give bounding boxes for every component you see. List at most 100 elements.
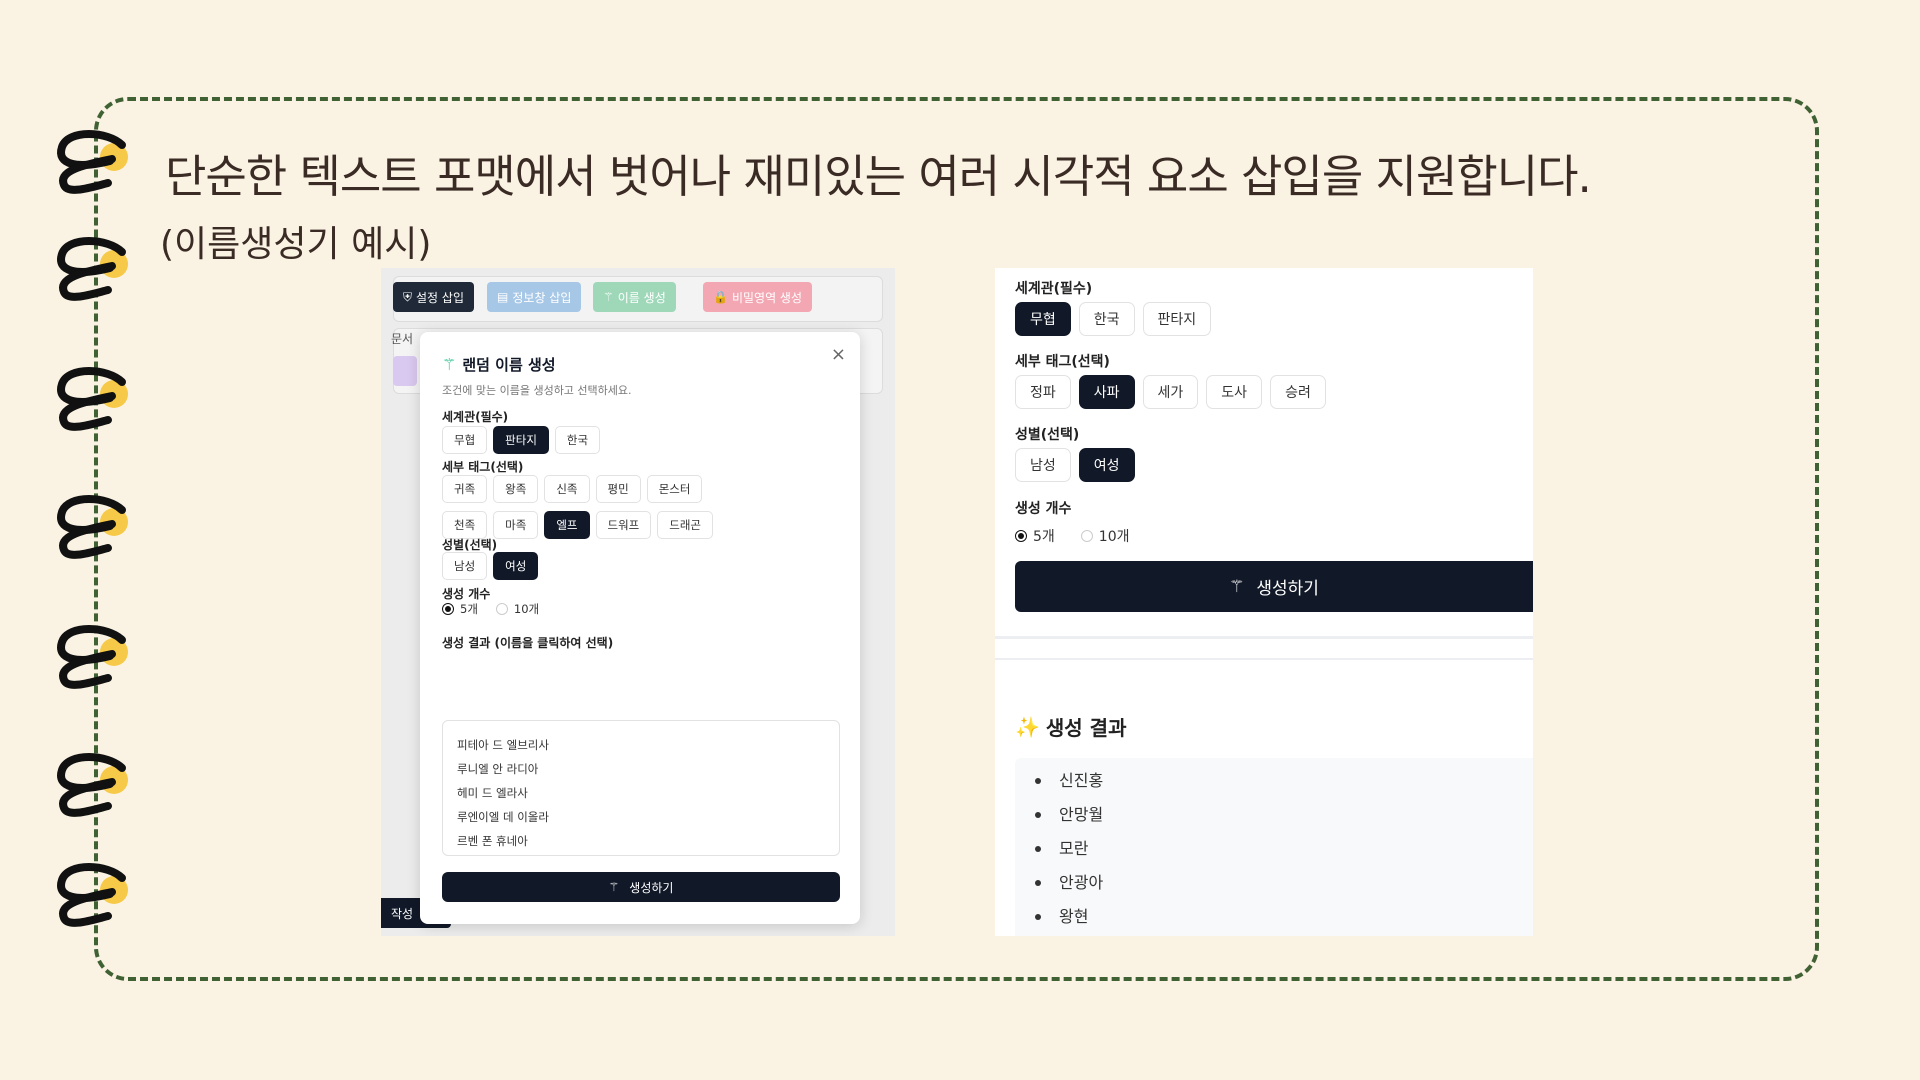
close-icon[interactable]: × xyxy=(831,344,846,365)
tag-options: 정파 사파 세가 도사 승려 xyxy=(1015,375,1326,409)
gender-chip[interactable]: 남성 xyxy=(442,552,488,580)
count-radio[interactable]: 10개 xyxy=(1080,526,1130,546)
ring-binding-icon xyxy=(52,858,132,928)
result-item[interactable]: 피테아 드 엘브리사 xyxy=(457,733,825,757)
divider xyxy=(995,658,1533,660)
ring-binding-icon xyxy=(52,748,132,818)
lock-icon: 🔒 xyxy=(713,290,728,304)
world-options: 무협 한국 판타지 xyxy=(1015,302,1212,336)
gender-chip[interactable]: 여성 xyxy=(493,552,539,580)
modal-title-text: 랜덤 이름 생성 xyxy=(462,356,556,374)
gender-options: 남성 여성 xyxy=(442,552,842,580)
count-radio[interactable]: 5개 xyxy=(1015,526,1055,546)
result-item[interactable]: 왕현 xyxy=(1035,900,1533,934)
tag-chip[interactable]: 천족 xyxy=(442,511,488,539)
tag-chip[interactable]: 사파 xyxy=(1078,375,1135,409)
tag-chip[interactable]: 드워프 xyxy=(595,511,652,539)
generate-button[interactable]: ⚚ 생성하기 xyxy=(1015,561,1533,612)
radio-dot xyxy=(442,603,454,615)
result-item[interactable]: 루엔이엘 데 이올라 xyxy=(457,805,825,829)
tag-chip[interactable]: 정파 xyxy=(1015,375,1071,409)
gender-label: 성별(선택) xyxy=(442,538,498,552)
gender-options: 남성 여성 xyxy=(1015,448,1135,482)
toolbar-button-4[interactable]: 🔒 비밀영역 생성 xyxy=(703,282,813,312)
generate-label: 생성하기 xyxy=(1256,579,1319,599)
result-title: ✨ 생성 결과 xyxy=(1015,712,1126,741)
toolbar-button-label: 이름 생성 xyxy=(617,290,666,305)
result-item[interactable]: 안망월 xyxy=(1035,798,1533,832)
result-item[interactable]: 신진홍 xyxy=(1035,764,1533,798)
world-chip[interactable]: 한국 xyxy=(1078,302,1135,336)
magic-wand-icon: ⚚ xyxy=(442,355,457,374)
toolbar-button-1[interactable]: ⛨ 설정 삽입 xyxy=(393,282,474,312)
tag-chip[interactable]: 도사 xyxy=(1206,375,1263,409)
result-item[interactable]: 모란 xyxy=(1035,832,1533,866)
tag-chip[interactable]: 승려 xyxy=(1270,375,1326,409)
count-radio[interactable]: 10개 xyxy=(495,601,540,617)
result-item[interactable]: 루니엘 안 라디아 xyxy=(457,757,825,781)
ring-binding-icon xyxy=(52,490,132,560)
left-screenshot: ⛨ 설정 삽입 ▤ 정보창 삽입 ⚚ 이름 생성 🔒 비밀영역 생성 문서 작성 ⚚ 랜덤 이… xyxy=(381,268,895,936)
toolbar-button-label: 비밀영역 생성 xyxy=(731,290,803,305)
count-radio-label: 10개 xyxy=(1098,529,1130,545)
count-options: 5개 10개 xyxy=(1015,526,1130,546)
count-label: 생성 개수 xyxy=(442,587,491,601)
count-label: 생성 개수 xyxy=(1015,501,1072,517)
radio-dot xyxy=(495,603,508,615)
count-radio-label: 5개 xyxy=(1033,529,1055,545)
tag-options: 귀족 왕족 신족 평민 몬스터천족 마족 엘프 드워프 드래곤 xyxy=(442,475,742,539)
tag-chip[interactable]: 마족 xyxy=(493,511,539,539)
sparkle-icon: ✨ xyxy=(1015,714,1040,739)
result-list: 신진홍 안망월 모란 안광아 왕현 xyxy=(1015,758,1533,936)
ring-binding-icon xyxy=(52,362,132,432)
random-name-modal: ⚚ 랜덤 이름 생성 × 조건에 맞는 이름을 생성하고 선택하세요. 세계관(… xyxy=(420,332,860,924)
tag-chip[interactable]: 귀족 xyxy=(442,475,488,503)
tag-chip[interactable]: 엘프 xyxy=(544,511,590,539)
gender-chip[interactable]: 남성 xyxy=(1015,448,1071,482)
subline: (이름생성기 예시) xyxy=(160,224,432,265)
tag-label: 세부 태그(선택) xyxy=(1015,354,1110,370)
tag-chip[interactable]: 드래곤 xyxy=(657,511,714,539)
right-screenshot: 세계관(필수) 무협 한국 판타지 세부 태그(선택) 정파 사파 세가 도사 승려 성별(… xyxy=(995,268,1533,936)
world-chip[interactable]: 한국 xyxy=(554,426,601,454)
world-chip[interactable]: 무협 xyxy=(442,426,488,454)
world-label: 세계관(필수) xyxy=(442,410,509,424)
world-chip[interactable]: 판타지 xyxy=(1142,302,1212,336)
count-radio-label: 10개 xyxy=(513,602,540,616)
gender-label: 성별(선택) xyxy=(1015,427,1080,443)
result-title-text: 생성 결과 xyxy=(1045,716,1127,740)
world-options: 무협 판타지 한국 xyxy=(442,426,842,454)
divider xyxy=(995,636,1533,639)
generate-label: 생성하기 xyxy=(629,880,674,895)
ring-binding-icon xyxy=(52,232,132,302)
toolbar-button-2[interactable]: ▤ 정보창 삽입 xyxy=(487,282,582,312)
count-radio-label: 5개 xyxy=(460,602,478,616)
tag-chip[interactable]: 신족 xyxy=(544,475,590,503)
world-chip[interactable]: 판타지 xyxy=(493,426,549,454)
result-item[interactable]: 안광아 xyxy=(1035,866,1533,900)
tag-chip[interactable]: 몬스터 xyxy=(646,475,703,503)
world-label: 세계관(필수) xyxy=(1015,281,1093,297)
world-chip[interactable]: 무협 xyxy=(1015,302,1071,336)
tag-label: 세부 태그(선택) xyxy=(442,460,524,474)
document-label: 문서 xyxy=(391,332,414,346)
count-radio[interactable]: 5개 xyxy=(442,601,478,617)
headline: 단순한 텍스트 포맷에서 벗어나 재미있는 여러 시각적 요소 삽입을 지원합니… xyxy=(165,150,1592,203)
gender-chip[interactable]: 여성 xyxy=(1078,448,1135,482)
result-item[interactable]: 르벤 폰 휴네아 xyxy=(457,829,825,853)
generate-button[interactable]: ⚚ 생성하기 xyxy=(442,872,840,902)
tag-chip[interactable]: 왕족 xyxy=(493,475,539,503)
ring-binding-icon xyxy=(52,620,132,690)
tag-chip[interactable]: 세가 xyxy=(1142,375,1199,409)
tag-chip[interactable]: 평민 xyxy=(595,475,641,503)
modal-title: ⚚ 랜덤 이름 생성 xyxy=(442,354,556,375)
modal-subtitle: 조건에 맞는 이름을 생성하고 선택하세요. xyxy=(442,384,632,397)
document-icon: ▤ xyxy=(497,290,509,304)
radio-dot xyxy=(1080,530,1093,542)
toolbar-button-label: 정보창 삽입 xyxy=(512,290,572,305)
result-item[interactable]: 헤미 드 엘라사 xyxy=(457,781,825,805)
shield-icon: ⛨ xyxy=(403,289,413,304)
toolbar-button-3[interactable]: ⚚ 이름 생성 xyxy=(593,282,676,312)
result-list: 피테아 드 엘브리사 루니엘 안 라디아 헤미 드 엘라사 루엔이엘 데 이올라 르벤 … xyxy=(442,720,840,856)
magic-wand-icon: ⚚ xyxy=(1229,576,1245,597)
